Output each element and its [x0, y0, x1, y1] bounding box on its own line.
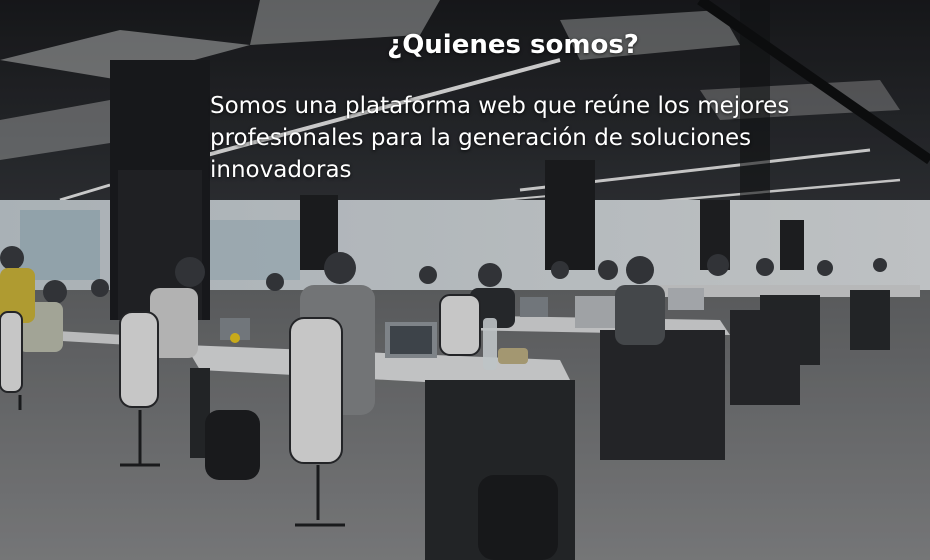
hero-section: ¿Quienes somos? Somos una plataforma web… — [0, 0, 930, 560]
section-title: ¿Quienes somos? — [387, 30, 639, 60]
section-description: Somos una plataforma web que reúne los m… — [210, 93, 790, 183]
coworking-office-photo — [0, 0, 930, 560]
